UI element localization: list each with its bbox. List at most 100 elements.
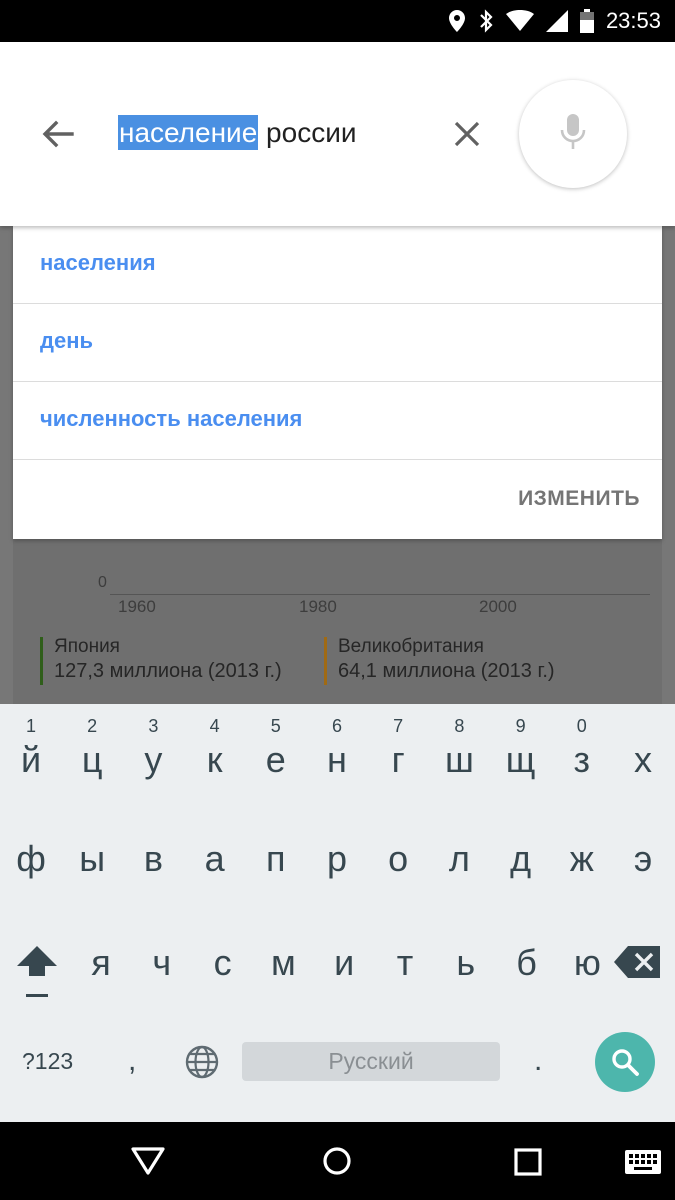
key[interactable]: ч: [134, 918, 190, 1008]
suggestion-text: населения: [40, 250, 156, 275]
key-label: з: [573, 739, 591, 780]
selected-query-text: население: [118, 115, 259, 150]
key[interactable]: л: [431, 814, 487, 904]
voice-search-button[interactable]: [519, 80, 627, 188]
key-label: д: [510, 838, 532, 879]
key[interactable]: в: [125, 814, 181, 904]
key[interactable]: м: [255, 918, 311, 1008]
back-triangle-icon[interactable]: [130, 1146, 166, 1176]
search-header: население россии: [0, 42, 675, 226]
x-axis-line: [110, 594, 650, 595]
key-label: с: [213, 942, 232, 983]
shift-icon[interactable]: [14, 940, 60, 1000]
key-label: е: [265, 739, 286, 780]
key[interactable]: 4к: [187, 704, 243, 794]
mic-icon: [560, 114, 586, 149]
key-label: о: [388, 838, 409, 879]
key[interactable]: 0з: [554, 704, 610, 794]
key[interactable]: а: [187, 814, 243, 904]
recents-square-icon[interactable]: [514, 1148, 542, 1176]
key-label: ы: [79, 838, 106, 879]
key[interactable]: т: [377, 918, 433, 1008]
key[interactable]: п: [248, 814, 304, 904]
key[interactable]: ф: [3, 814, 59, 904]
legend-color-bar: [40, 637, 43, 685]
key[interactable]: ж: [554, 814, 610, 904]
key[interactable]: х: [615, 704, 671, 794]
backspace-icon[interactable]: [614, 944, 662, 980]
key-label: ж: [569, 838, 594, 879]
legend-value: 64,1 миллиона (2013 г.): [338, 660, 555, 682]
key-hint: 7: [393, 716, 404, 736]
key-label: у: [144, 739, 163, 780]
symbols-key[interactable]: ?123: [22, 1048, 73, 1075]
key[interactable]: ю: [559, 918, 615, 1008]
key[interactable]: 3у: [125, 704, 181, 794]
space-bar[interactable]: Русский: [242, 1042, 500, 1081]
x-tick-label: 1980: [299, 597, 337, 616]
key[interactable]: я: [73, 918, 129, 1008]
key-label: ь: [456, 942, 476, 983]
key[interactable]: 8ш: [431, 704, 487, 794]
battery-icon: [579, 9, 594, 33]
key-hint: 4: [209, 716, 220, 736]
suggestion-item[interactable]: численность населения: [13, 382, 662, 460]
period-key[interactable]: .: [534, 1044, 542, 1078]
key[interactable]: с: [195, 918, 251, 1008]
key-label: щ: [505, 739, 536, 780]
legend-item-japan: Япония 127,3 миллиона (2013 г.): [40, 634, 282, 685]
search-input[interactable]: население россии: [118, 112, 356, 154]
key[interactable]: о: [370, 814, 426, 904]
query-text: россии: [258, 117, 357, 148]
keyboard: 1й2ц3у4к5е6н7г8ш9щ0зх фывапролджэ ячсмит…: [0, 704, 675, 1122]
clear-icon[interactable]: [449, 116, 485, 152]
key-label: ш: [444, 739, 474, 780]
key-label: й: [20, 739, 42, 780]
legend-value: 127,3 миллиона (2013 г.): [54, 660, 282, 682]
back-arrow-icon[interactable]: [38, 114, 78, 154]
key[interactable]: ы: [64, 814, 120, 904]
suggestion-item[interactable]: населения: [13, 226, 662, 304]
search-submit-button[interactable]: [595, 1032, 655, 1092]
key[interactable]: ь: [438, 918, 494, 1008]
key[interactable]: 5е: [248, 704, 304, 794]
key-hint: 6: [331, 716, 342, 736]
key-label: б: [516, 942, 537, 983]
navigation-bar: [0, 1122, 675, 1200]
key[interactable]: э: [615, 814, 671, 904]
suggestion-text: день: [40, 328, 94, 353]
x-tick-label: 1960: [118, 597, 156, 616]
key[interactable]: 1й: [3, 704, 59, 794]
keyboard-switch-icon[interactable]: [625, 1150, 661, 1174]
edit-button[interactable]: ИЗМЕНИТЬ: [518, 487, 640, 511]
bluetooth-icon: [480, 9, 493, 33]
key-hint: 5: [270, 716, 281, 736]
shift-indicator: [26, 994, 48, 997]
key[interactable]: 6н: [309, 704, 365, 794]
key[interactable]: б: [499, 918, 555, 1008]
key-hint: 8: [454, 716, 465, 736]
key-hint: 9: [515, 716, 526, 736]
key-label: в: [143, 838, 163, 879]
key[interactable]: д: [493, 814, 549, 904]
key-label: ю: [573, 942, 601, 983]
key[interactable]: р: [309, 814, 365, 904]
key-label: ц: [81, 739, 103, 780]
key[interactable]: 7г: [370, 704, 426, 794]
key-label: ф: [16, 838, 46, 879]
legend-name: Великобритания: [338, 636, 484, 657]
home-circle-icon[interactable]: [322, 1146, 352, 1176]
key-label: т: [396, 942, 414, 983]
key[interactable]: 2ц: [64, 704, 120, 794]
comma-key[interactable]: ,: [128, 1044, 136, 1078]
suggestion-item[interactable]: день: [13, 304, 662, 382]
key-label: ч: [152, 942, 172, 983]
key-label: э: [633, 838, 653, 879]
location-icon: [448, 10, 465, 32]
key[interactable]: и: [316, 918, 372, 1008]
status-time: 23:53: [605, 8, 661, 33]
globe-icon[interactable]: [184, 1044, 220, 1080]
key[interactable]: 9щ: [493, 704, 549, 794]
key-label: п: [266, 838, 286, 879]
suggestion-text: численность населения: [40, 406, 303, 431]
